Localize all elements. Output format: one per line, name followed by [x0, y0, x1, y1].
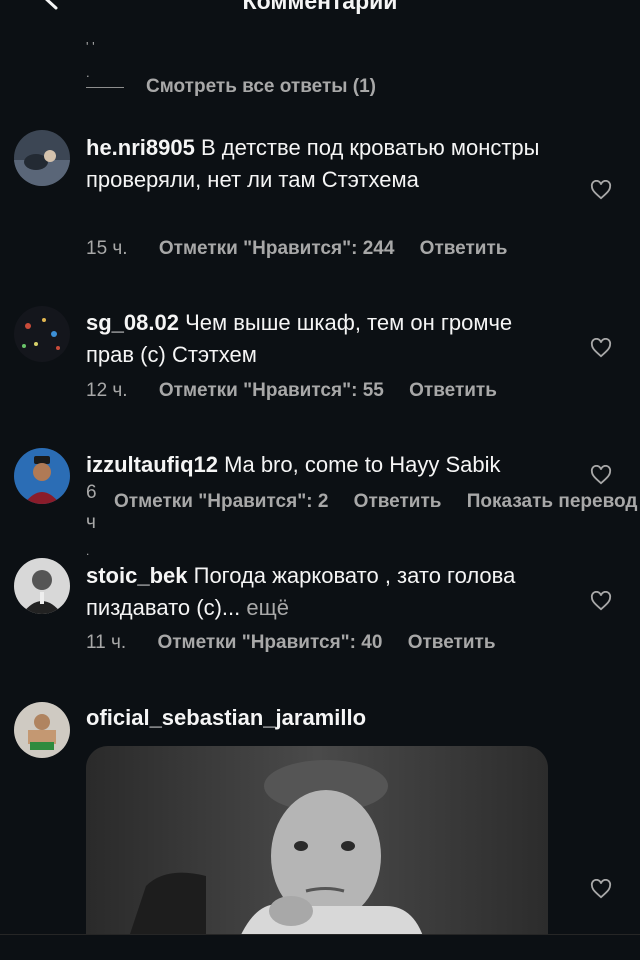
reply-button[interactable]: Ответить: [420, 238, 508, 259]
comment-meta: Отметки "Нравится": 2 Ответить Показать …: [114, 491, 640, 513]
avatar[interactable]: [14, 558, 70, 614]
gif-image[interactable]: [86, 746, 548, 946]
comment-text: oficial_sebastian_jaramillo: [86, 702, 556, 734]
like-count-button[interactable]: Отметки "Нравится": 2: [114, 491, 328, 512]
like-count-button[interactable]: Отметки "Нравится": 244: [159, 238, 395, 259]
avatar[interactable]: [14, 130, 70, 186]
replies-divider: [86, 86, 124, 88]
header: Комментарии: [0, 0, 640, 24]
like-count-button[interactable]: Отметки "Нравится": 55: [159, 380, 384, 401]
comment-text: he.nri8905 В детстве под кроватью монстр…: [86, 132, 556, 196]
comment-time: 11 ч.: [86, 632, 127, 653]
comment-username[interactable]: he.nri8905: [86, 135, 195, 160]
view-replies-label: Смотреть все ответы (1): [146, 76, 376, 97]
reply-button[interactable]: Ответить: [354, 491, 442, 512]
heart-icon[interactable]: [590, 465, 612, 485]
more-button[interactable]: ещё: [246, 595, 289, 620]
avatar[interactable]: [14, 448, 70, 504]
comment-username[interactable]: oficial_sebastian_jaramillo: [86, 705, 366, 730]
view-replies-button[interactable]: Смотреть все ответы (1): [86, 76, 376, 98]
heart-icon[interactable]: [590, 180, 612, 200]
comment-meta: 11 ч. Отметки "Нравится": 40 Ответить: [86, 632, 516, 654]
comment-text: stoic_bek Погода жарковато , зато голова…: [86, 560, 556, 624]
comment-text: izzultaufiq12 Ma bro, come to Hayy Sabik: [86, 449, 606, 481]
comment-username[interactable]: sg_08.02: [86, 310, 179, 335]
avatar[interactable]: [14, 702, 70, 758]
page-title: Комментарии: [242, 0, 398, 14]
comment-body: Ma bro, come to Hayy Sabik: [224, 452, 501, 477]
thread-fragment-1: ' ': [86, 39, 95, 54]
show-translation-button[interactable]: Показать перевод: [467, 491, 638, 512]
comment-time: 15 ч.: [86, 238, 128, 259]
comment-meta: 12 ч. Отметки "Нравится": 55 Ответить: [86, 380, 517, 402]
comment-time: 6 ч: [86, 482, 97, 533]
comment-time: 12 ч.: [86, 380, 128, 401]
comment-username[interactable]: stoic_bek: [86, 563, 188, 588]
bottom-bar: [0, 934, 640, 960]
reply-button[interactable]: Ответить: [408, 632, 496, 653]
heart-icon[interactable]: [590, 338, 612, 358]
comment-meta: 15 ч. Отметки "Нравится": 244 Ответить: [86, 238, 527, 260]
comment-username[interactable]: izzultaufiq12: [86, 452, 218, 477]
comment-text: sg_08.02 Чем выше шкаф, тем он громче пр…: [86, 307, 556, 371]
reply-button[interactable]: Ответить: [409, 380, 497, 401]
comment-time-tail: .: [86, 544, 90, 558]
heart-icon[interactable]: [590, 591, 612, 611]
like-count-button[interactable]: Отметки "Нравится": 40: [157, 632, 382, 653]
heart-icon[interactable]: [590, 879, 612, 899]
avatar[interactable]: [14, 306, 70, 362]
